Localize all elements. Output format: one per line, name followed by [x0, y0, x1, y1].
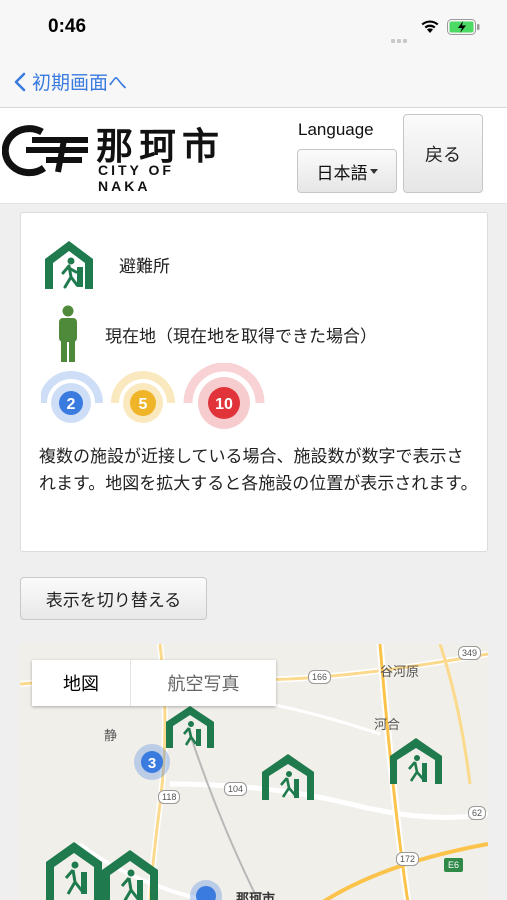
- shelter-icon: [45, 241, 93, 289]
- switch-view-button[interactable]: 表示を切り替える: [20, 577, 207, 620]
- cluster-count-10: 10: [215, 396, 233, 413]
- site-header: 那珂市 CITY OF NAKA Language 日本語 戻る: [0, 108, 507, 204]
- status-time: 0:46: [48, 16, 87, 37]
- language-label: Language: [298, 120, 374, 139]
- route-badge-118: 118: [158, 790, 181, 804]
- chevron-left-icon: [14, 72, 26, 91]
- route-badge-166: 166: [308, 670, 332, 684]
- battery-charging-icon: [447, 19, 480, 35]
- navigation-bar: 初期画面へ: [0, 56, 507, 108]
- route-badge-e6: E6: [444, 858, 464, 872]
- svg-text:3: 3: [148, 755, 156, 772]
- place-label-yagawara: 谷河原: [380, 664, 420, 679]
- legend-shelter-label: 避難所: [119, 256, 170, 276]
- route-badge-104: 104: [224, 782, 248, 796]
- shelter-map[interactable]: 3 地図 航空写真 谷河原 河合 静 那珂市 166 349 118 104 6…: [20, 644, 488, 900]
- person-icon: [59, 305, 77, 362]
- cellular-signal-icon: [391, 30, 413, 43]
- caret-down-icon: [369, 168, 378, 174]
- legend-location-row: 現在地（現在地を取得できた場合）: [57, 305, 377, 363]
- cluster-marker-3: 3: [134, 744, 170, 780]
- cluster-blue-marker: 2: [41, 371, 103, 423]
- route-badge-349: 349: [458, 646, 482, 660]
- back-link-label: 初期画面へ: [32, 73, 128, 94]
- logo-roman: CITY OF NAKA: [98, 162, 174, 194]
- route-badge-62: 62: [468, 806, 487, 820]
- status-bar: 0:46: [0, 0, 507, 56]
- tab-aerial-photo[interactable]: 航空写真: [131, 660, 276, 706]
- route-badge-172: 172: [396, 852, 420, 866]
- wifi-icon: [421, 20, 439, 33]
- legend-location-label: 現在地（現在地を取得できた場合）: [105, 326, 377, 346]
- cluster-red-marker: 10: [183, 363, 265, 429]
- tab-map[interactable]: 地図: [32, 660, 131, 706]
- back-button[interactable]: 戻る: [403, 114, 483, 193]
- cluster-note: 複数の施設が近接している場合、施設数が数字で表示されます。地図を拡大すると各施設…: [39, 447, 478, 493]
- cluster-count-5: 5: [139, 396, 148, 413]
- legend-shelter-row: 避難所: [41, 237, 170, 291]
- legend-card: 避難所 現在地（現在地を取得できた場合） 2 5 10 複数の施設が近接している…: [20, 212, 488, 552]
- main-content: 避難所 現在地（現在地を取得できた場合） 2 5 10 複数の施設が近接している…: [0, 204, 507, 900]
- back-to-home-link[interactable]: 初期画面へ: [14, 68, 127, 95]
- map-type-tabs: 地図 航空写真: [32, 660, 276, 706]
- city-emblem-icon: [2, 125, 88, 177]
- place-label-naka-city: 那珂市: [236, 891, 276, 900]
- place-label-shizu: 静: [104, 728, 118, 743]
- cluster-legend: 2 5 10: [41, 363, 265, 429]
- language-select-value: 日本語: [316, 163, 368, 183]
- city-logo: 那珂市 CITY OF NAKA: [0, 114, 230, 194]
- place-label-kawai: 河合: [374, 717, 401, 732]
- language-select[interactable]: 日本語: [297, 149, 397, 193]
- cluster-count-2: 2: [67, 396, 76, 413]
- cluster-yellow-marker: 5: [111, 371, 175, 423]
